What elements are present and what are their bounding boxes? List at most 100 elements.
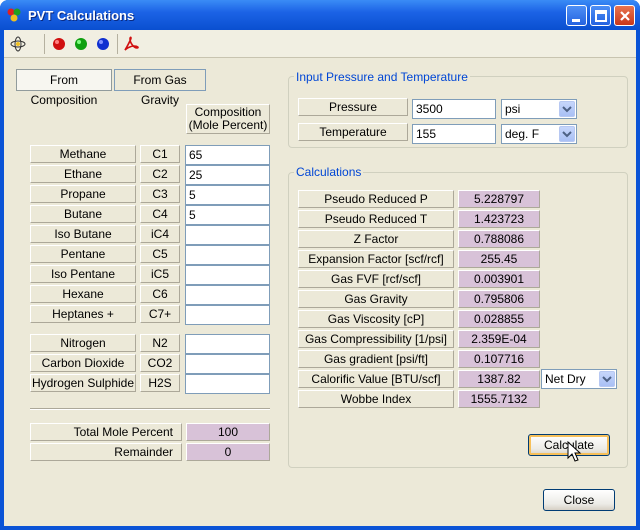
composition-header: Composition (Mole Percent) — [186, 104, 270, 134]
component-mole-input[interactable] — [185, 354, 270, 374]
title-bar[interactable]: PVT Calculations — [0, 0, 640, 30]
close-window-button[interactable] — [614, 5, 635, 26]
component-mole-input[interactable] — [185, 265, 270, 285]
component-formula-label: CO2 — [140, 354, 180, 372]
tab-from-composition[interactable]: From Composition — [16, 69, 112, 107]
red-sphere-icon[interactable] — [50, 35, 68, 53]
calc-label: Gas FVF [rcf/scf] — [298, 270, 454, 288]
component-mole-input[interactable]: 5 — [185, 185, 270, 205]
chevron-down-icon[interactable] — [559, 126, 575, 142]
window-title: PVT Calculations — [28, 8, 135, 23]
atom-dropdown-icon[interactable] — [10, 35, 28, 53]
calc-label: Expansion Factor [scf/rcf] — [298, 250, 454, 268]
component-formula-label: C3 — [140, 185, 180, 203]
component-mole-input[interactable] — [185, 285, 270, 305]
chevron-down-icon[interactable] — [559, 101, 575, 117]
calc-label: Z Factor — [298, 230, 454, 248]
pdf-icon[interactable] — [122, 35, 140, 53]
component-formula-label: C6 — [140, 285, 180, 303]
calorific-mode-select[interactable]: Net Dry — [541, 369, 617, 389]
component-name-label: Nitrogen — [30, 334, 136, 352]
temperature-input[interactable]: 155 — [412, 124, 496, 144]
remainder-value: 0 — [186, 443, 270, 461]
pressure-label: Pressure — [298, 98, 408, 116]
app-icon — [7, 8, 21, 22]
toolbar-separator — [44, 34, 45, 54]
component-name-label: Pentane — [30, 245, 136, 263]
calc-value: 1555.7132 — [458, 390, 540, 408]
component-mole-input[interactable] — [185, 225, 270, 245]
component-formula-label: C1 — [140, 145, 180, 163]
calc-label: Gas Gravity — [298, 290, 454, 308]
component-name-label: Carbon Dioxide — [30, 354, 136, 372]
calc-value: 5.228797 — [458, 190, 540, 208]
calc-value: 0.107716 — [458, 350, 540, 368]
calc-value: 255.45 — [458, 250, 540, 268]
close-icon — [620, 11, 630, 21]
calc-value: 1.423723 — [458, 210, 540, 228]
calorific-mode-value: Net Dry — [545, 372, 586, 386]
chevron-down-icon[interactable] — [599, 371, 615, 387]
green-sphere-icon[interactable] — [72, 35, 90, 53]
toolbar — [4, 30, 636, 58]
calc-label: Pseudo Reduced P — [298, 190, 454, 208]
component-mole-input[interactable] — [185, 334, 270, 354]
component-formula-label: C4 — [140, 205, 180, 223]
component-name-label: Butane — [30, 205, 136, 223]
component-name-label: Methane — [30, 145, 136, 163]
total-mole-percent-label: Total Mole Percent — [30, 423, 182, 441]
pressure-unit-value: psi — [505, 102, 521, 116]
temperature-unit-select[interactable]: deg. F — [501, 124, 577, 144]
composition-header-line2: (Mole Percent) — [188, 118, 268, 132]
calc-value: 0.795806 — [458, 290, 540, 308]
component-formula-label: C7+ — [140, 305, 180, 323]
component-formula-label: C2 — [140, 165, 180, 183]
input-group-title: Input Pressure and Temperature — [294, 70, 470, 84]
cursor-icon — [567, 441, 582, 462]
calc-value: 0.788086 — [458, 230, 540, 248]
maximize-button[interactable] — [590, 5, 611, 26]
calc-value: 0.003901 — [458, 270, 540, 288]
calc-label: Pseudo Reduced T — [298, 210, 454, 228]
temperature-unit-value: deg. F — [505, 127, 540, 141]
component-name-label: Iso Pentane — [30, 265, 136, 283]
calc-label: Wobbe Index — [298, 390, 454, 408]
tab-from-gas-gravity[interactable]: From Gas Gravity — [114, 69, 206, 107]
pressure-input[interactable]: 3500 — [412, 99, 496, 119]
calc-label: Gas Compressibility [1/psi] — [298, 330, 454, 348]
component-mole-input[interactable] — [185, 245, 270, 265]
component-name-label: Iso Butane — [30, 225, 136, 243]
close-button[interactable]: Close — [543, 489, 615, 511]
minimize-icon — [572, 19, 580, 22]
toolbar-separator — [117, 34, 118, 54]
calc-value: 0.028855 — [458, 310, 540, 328]
component-name-label: Hydrogen Sulphide — [30, 374, 136, 392]
app-window: PVT Calculations From Composition From G… — [0, 0, 640, 530]
component-name-label: Propane — [30, 185, 136, 203]
component-mole-input[interactable]: 5 — [185, 205, 270, 225]
component-formula-label: iC4 — [140, 225, 180, 243]
component-name-label: Ethane — [30, 165, 136, 183]
maximize-icon — [595, 10, 607, 22]
calc-label: Gas gradient [psi/ft] — [298, 350, 454, 368]
calculations-group-title: Calculations — [294, 165, 364, 179]
component-name-label: Hexane — [30, 285, 136, 303]
component-formula-label: H2S — [140, 374, 180, 392]
component-mole-input[interactable]: 25 — [185, 165, 270, 185]
total-mole-percent-value: 100 — [186, 423, 270, 441]
blue-sphere-icon[interactable] — [94, 35, 112, 53]
component-name-label: Heptanes + — [30, 305, 136, 323]
divider — [30, 408, 270, 410]
component-mole-input[interactable]: 65 — [185, 145, 270, 165]
component-formula-label: C5 — [140, 245, 180, 263]
calc-label: Gas Viscosity [cP] — [298, 310, 454, 328]
remainder-label: Remainder — [30, 443, 182, 461]
client-area: From Composition From Gas Gravity Compos… — [4, 30, 636, 526]
component-mole-input[interactable] — [185, 305, 270, 325]
temperature-label: Temperature — [298, 123, 408, 141]
minimize-button[interactable] — [566, 5, 587, 26]
component-mole-input[interactable] — [185, 374, 270, 394]
pressure-unit-select[interactable]: psi — [501, 99, 577, 119]
component-formula-label: N2 — [140, 334, 180, 352]
calc-value: 2.359E-04 — [458, 330, 540, 348]
